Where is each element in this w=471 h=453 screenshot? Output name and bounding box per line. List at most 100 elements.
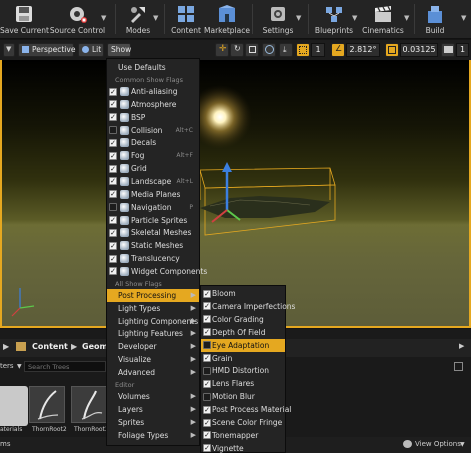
submenu-volumes[interactable]: Volumes ▶ — [107, 390, 199, 403]
show-flag-decals[interactable]: ✓ Decals — [107, 136, 199, 149]
checkbox[interactable]: ✓ — [109, 100, 117, 109]
world-local-icon[interactable] — [262, 43, 276, 57]
pp-flag-eye-adaptation[interactable]: Eye Adaptation — [201, 338, 285, 352]
checkbox[interactable] — [203, 366, 211, 375]
scale-snap-toggle-icon[interactable] — [385, 43, 399, 57]
lock-icon[interactable] — [454, 362, 463, 371]
build-dropdown-icon[interactable]: ▼ — [461, 14, 466, 22]
submenu-light-types[interactable]: Light Types ▶ — [107, 302, 199, 315]
pp-flag-vignette[interactable]: ✓ Vignette — [201, 442, 285, 453]
checkbox[interactable]: ✓ — [109, 216, 117, 224]
save-current-button[interactable]: Save Current — [0, 0, 49, 39]
rotation-snap-value[interactable]: 2.812° — [346, 43, 380, 57]
view-options-button[interactable]: View Options — [415, 440, 461, 448]
show-flag-widget-components[interactable]: ✓ Widget Components — [107, 265, 207, 278]
checkbox[interactable]: ✓ — [109, 177, 117, 186]
pp-flag-grain[interactable]: ✓ Grain — [201, 352, 285, 365]
pp-flag-tonemapper[interactable]: ✓ Tonemapper — [201, 429, 285, 442]
source-control-button[interactable]: Source Control — [49, 0, 106, 39]
asset-folder-tile[interactable] — [0, 386, 28, 426]
view-options-dropdown-icon[interactable]: ▼ — [460, 441, 465, 448]
surface-snap-icon[interactable]: ⤓ — [279, 43, 293, 57]
show-flag-skeletal-meshes[interactable]: ✓ Skeletal Meshes — [107, 226, 199, 239]
pp-flag-motion-blur[interactable]: Motion Blur — [201, 390, 285, 403]
checkbox[interactable]: ✓ — [109, 87, 117, 96]
camera-speed-icon[interactable] — [441, 43, 455, 57]
submenu-advanced[interactable]: Advanced ▶ — [107, 366, 199, 379]
perspective-button[interactable]: Perspective — [18, 43, 75, 57]
chevron-right-icon[interactable]: ▶ — [459, 342, 464, 350]
pp-flag-post-process-material[interactable]: ✓ Post Process Material — [201, 403, 291, 416]
submenu-layers[interactable]: Layers ▶ — [107, 403, 199, 416]
scale-snap-value[interactable]: 0.03125 — [400, 43, 438, 57]
filters-dropdown-icon[interactable]: ▼ — [17, 363, 22, 370]
transform-rotate-icon[interactable]: ↻ — [230, 43, 244, 57]
build-button[interactable]: Build — [420, 0, 450, 39]
filters-button[interactable]: ters — [0, 362, 14, 370]
checkbox[interactable]: ✓ — [203, 405, 211, 414]
asset-thumbnail-thornroot3[interactable] — [71, 386, 107, 423]
pp-flag-hmd-distortion[interactable]: HMD Distortion — [201, 364, 285, 377]
show-flag-bsp[interactable]: ✓ BSP — [107, 111, 199, 124]
submenu-post-processing[interactable]: Post Processing ▶ — [107, 288, 199, 302]
checkbox[interactable]: ✓ — [203, 302, 211, 311]
checkbox[interactable]: ✓ — [203, 328, 211, 337]
checkbox[interactable]: ✓ — [203, 354, 211, 362]
show-flag-grid[interactable]: ✓ Grid — [107, 162, 199, 175]
settings-button[interactable]: Settings — [258, 0, 298, 39]
submenu-foliage-types[interactable]: Foliage Types ▶ — [107, 429, 199, 442]
show-flag-media-planes[interactable]: ✓ Media Planes — [107, 188, 199, 201]
show-flag-landscape[interactable]: ✓ Landscape Alt+L — [107, 175, 199, 188]
submenu-developer[interactable]: Developer ▶ — [107, 340, 199, 353]
blueprints-dropdown-icon[interactable]: ▼ — [352, 14, 357, 22]
checkbox[interactable]: ✓ — [109, 241, 117, 250]
settings-dropdown-icon[interactable]: ▼ — [296, 14, 301, 22]
show-flag-static-meshes[interactable]: ✓ Static Meshes — [107, 239, 199, 252]
checkbox[interactable]: ✓ — [109, 228, 117, 237]
checkbox[interactable]: ✓ — [109, 267, 117, 276]
transform-scale-icon[interactable] — [245, 43, 259, 57]
show-flag-collision[interactable]: Collision Alt+C — [107, 124, 199, 137]
checkbox[interactable]: ✓ — [109, 190, 117, 199]
submenu-sprites[interactable]: Sprites ▶ — [107, 416, 199, 429]
show-flag-anti-aliasing[interactable]: ✓ Anti-aliasing — [107, 85, 199, 98]
show-button[interactable]: Show — [107, 43, 131, 57]
camera-speed-value[interactable]: 1 — [456, 43, 469, 57]
source-control-dropdown-icon[interactable]: ▼ — [101, 14, 106, 22]
checkbox[interactable]: ✓ — [203, 444, 211, 453]
show-flag-atmosphere[interactable]: ✓ Atmosphere — [107, 98, 199, 111]
lit-button[interactable]: Lit — [78, 43, 104, 57]
show-flag-particle-sprites[interactable]: ✓ Particle Sprites — [107, 214, 199, 227]
use-defaults-item[interactable]: Use Defaults — [107, 61, 199, 74]
checkbox[interactable]: ✓ — [109, 151, 117, 160]
transform-move-icon[interactable]: ✛ — [215, 43, 229, 57]
checkbox[interactable]: ✓ — [203, 289, 211, 298]
asset-thumbnail-thornroot2[interactable] — [29, 386, 65, 423]
pp-flag-depth-of-field[interactable]: ✓ Depth Of Field — [201, 326, 285, 339]
cinematics-dropdown-icon[interactable]: ▼ — [404, 14, 409, 22]
breadcrumb-content[interactable]: Content — [32, 342, 68, 351]
checkbox[interactable]: ✓ — [203, 418, 211, 427]
pp-flag-camera-imperfections[interactable]: ✓ Camera Imperfections — [201, 300, 295, 313]
show-flag-navigation[interactable]: Navigation P — [107, 201, 199, 214]
show-flag-fog[interactable]: ✓ Fog Alt+F — [107, 149, 199, 162]
pp-flag-scene-color-fringe[interactable]: ✓ Scene Color Fringe — [201, 416, 285, 429]
breadcrumb-separator-icon[interactable]: ▶ — [71, 342, 77, 351]
pp-flag-color-grading[interactable]: ✓ Color Grading — [201, 313, 285, 326]
checkbox[interactable] — [109, 126, 117, 135]
submenu-lighting-components[interactable]: Lighting Components ▶ — [107, 315, 199, 328]
modes-button[interactable]: Modes — [118, 0, 158, 39]
checkbox[interactable]: ✓ — [109, 113, 117, 122]
checkbox[interactable]: ✓ — [203, 379, 211, 388]
checkbox[interactable]: ✓ — [109, 164, 117, 173]
rotation-snap-toggle-icon[interactable]: ∠ — [331, 43, 345, 57]
viewport-options-button[interactable]: ▼ — [3, 43, 15, 57]
history-back-icon[interactable]: ▶ — [3, 342, 9, 351]
modes-dropdown-icon[interactable]: ▼ — [153, 14, 158, 22]
checkbox[interactable]: ✓ — [109, 138, 117, 147]
pp-flag-bloom[interactable]: ✓ Bloom — [201, 287, 285, 300]
search-input[interactable]: Search Trees — [24, 361, 106, 372]
grid-snap-value[interactable]: 1 — [311, 43, 325, 57]
submenu-lighting-features[interactable]: Lighting Features ▶ — [107, 327, 199, 340]
checkbox[interactable]: ✓ — [109, 254, 117, 263]
